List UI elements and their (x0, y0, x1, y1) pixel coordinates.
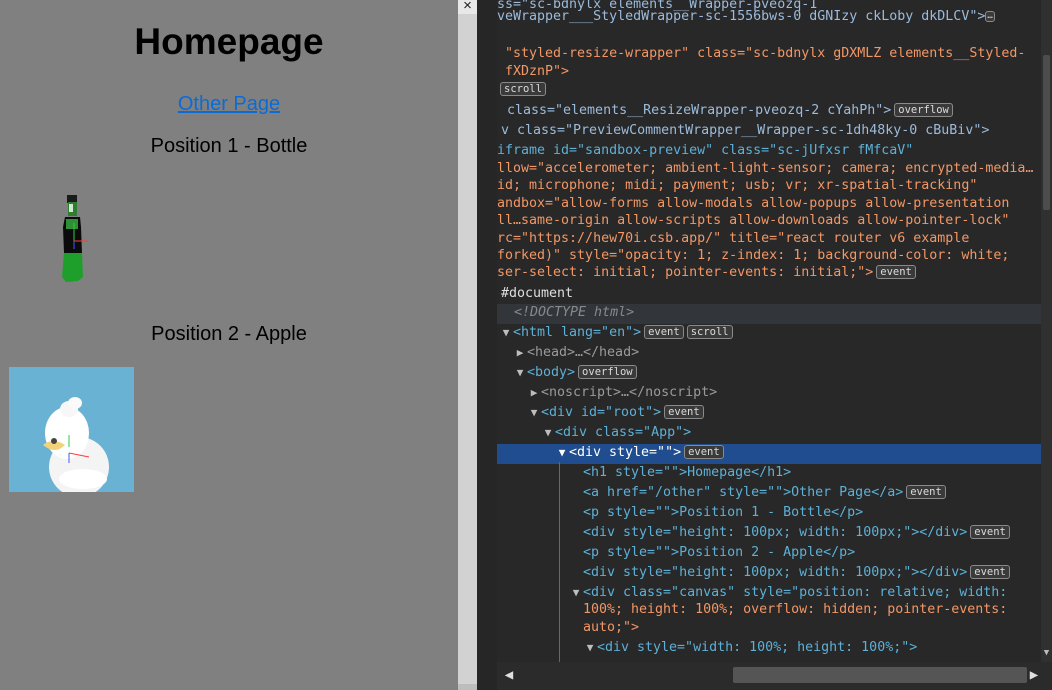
dom-line[interactable]: <p style="">Position 2 - Apple</p> (583, 544, 855, 564)
vertical-scrollbar[interactable] (1041, 0, 1052, 662)
dom-line[interactable]: ser-select: initial; pointer-events: ini… (497, 264, 916, 284)
overflow-badge[interactable]: overflow (894, 103, 953, 117)
dom-line[interactable]: iframe id="sandbox-preview" class="sc-jU… (497, 142, 913, 162)
ellipsis-icon[interactable]: … (985, 11, 995, 22)
dom-line[interactable]: ▼ <html lang="en"> event scroll (499, 324, 733, 344)
dom-line-selected[interactable]: ▼ <div style=""> event (497, 444, 1052, 464)
dom-line[interactable]: ▼ <div style="width: 100%; height: 100%;"… (583, 639, 918, 659)
event-badge[interactable]: event (970, 525, 1010, 539)
resize-divider[interactable]: × (458, 0, 477, 690)
overflow-badge[interactable]: overflow (578, 365, 637, 379)
event-badge[interactable]: event (876, 265, 916, 279)
preview-pane: Homepage Other Page Position 1 - Bottle … (0, 0, 458, 690)
close-icon[interactable]: × (458, 0, 477, 14)
event-badge[interactable]: event (664, 405, 704, 419)
page-heading: Homepage (134, 21, 324, 62)
dom-line[interactable]: ▼ <div id="root"> event (527, 404, 704, 424)
dom-line[interactable]: #document (501, 285, 573, 305)
collapse-triangle-icon[interactable]: ▼ (555, 444, 569, 462)
scroll-down-icon[interactable]: ▼ (1041, 648, 1052, 662)
position-1-label: Position 1 - Bottle (150, 135, 308, 157)
tree-guide-line (559, 462, 560, 662)
expand-triangle-icon[interactable]: ▶ (513, 344, 527, 362)
dom-line[interactable]: veWrapper___StyledWrapper-sc-1556bws-0 d… (497, 8, 995, 28)
chevron-right-icon[interactable]: ▶ (1024, 666, 1044, 684)
bottle-model (62, 195, 88, 282)
devtools-elements-panel: ss="sc-bdnylx elements__Wrapper-pveozq-1… (497, 0, 1052, 690)
dom-line: scroll (497, 81, 546, 101)
horizontal-scrollbar[interactable]: ◀ ▶ (497, 662, 1052, 690)
collapse-triangle-icon[interactable]: ▼ (513, 364, 527, 382)
collapse-triangle-icon[interactable]: ▼ (583, 639, 597, 657)
event-badge[interactable]: event (970, 565, 1010, 579)
event-badge[interactable]: event (644, 325, 684, 339)
dom-line[interactable]: "styled-resize-wrapper" class="sc-bdnylx… (505, 45, 1025, 65)
dom-line[interactable]: auto;"> (583, 619, 639, 639)
expand-triangle-icon[interactable]: ▶ (527, 384, 541, 402)
event-badge[interactable]: event (684, 445, 724, 459)
scroll-badge[interactable]: scroll (500, 82, 546, 96)
dom-line[interactable]: <p style="">Position 1 - Bottle</p> (583, 504, 863, 524)
apple-canvas[interactable] (9, 367, 134, 492)
apple-duck-model (43, 397, 109, 492)
dom-line[interactable]: ▶ <noscript>…</noscript> (527, 384, 717, 404)
dom-line[interactable]: v class="PreviewCommentWrapper__Wrapper-… (501, 122, 989, 142)
dom-line[interactable]: id; microphone; midi; payment; usb; vr; … (497, 177, 977, 197)
dom-line[interactable]: class="elements__ResizeWrapper-pveozq-2 … (507, 102, 953, 122)
dom-line[interactable]: <h1 style="">Homepage</h1> (583, 464, 791, 484)
dom-line[interactable]: ▼ <body> overflow (513, 364, 637, 384)
dom-line[interactable]: ll…same-origin allow-scripts allow-downl… (497, 212, 1009, 232)
scroll-badge[interactable]: scroll (686, 325, 733, 339)
dom-line[interactable]: <div style="height: 100px; width: 100px;… (583, 524, 1010, 544)
dom-line[interactable]: <!DOCTYPE html> (497, 304, 1052, 324)
dom-line[interactable]: <div style="height: 100px; width: 100px;… (583, 564, 1010, 584)
dom-line[interactable]: <a href="/other" style="">Other Page</a>… (583, 484, 946, 504)
dom-line[interactable]: ▼ <div class="App"> (541, 424, 691, 444)
collapse-triangle-icon[interactable]: ▼ (527, 404, 541, 422)
dom-line[interactable]: fXDznP"> (505, 63, 569, 83)
dom-line[interactable]: 100%; height: 100%; overflow: hidden; po… (583, 601, 1007, 621)
devtools-gutter (477, 0, 497, 690)
divider-track (458, 684, 477, 690)
event-badge[interactable]: event (906, 485, 946, 499)
position-2-label: Position 2 - Apple (151, 323, 307, 345)
horizontal-scroll-thumb[interactable] (733, 667, 1027, 683)
dom-line[interactable]: ▶ <head>…</head> (513, 344, 639, 364)
collapse-triangle-icon[interactable]: ▼ (541, 424, 555, 442)
collapse-triangle-icon[interactable]: ▼ (569, 584, 583, 602)
chevron-left-icon[interactable]: ◀ (499, 666, 519, 684)
collapse-triangle-icon[interactable]: ▼ (499, 324, 513, 342)
vertical-scroll-thumb[interactable] (1043, 55, 1050, 210)
other-page-link[interactable]: Other Page (0, 93, 458, 116)
